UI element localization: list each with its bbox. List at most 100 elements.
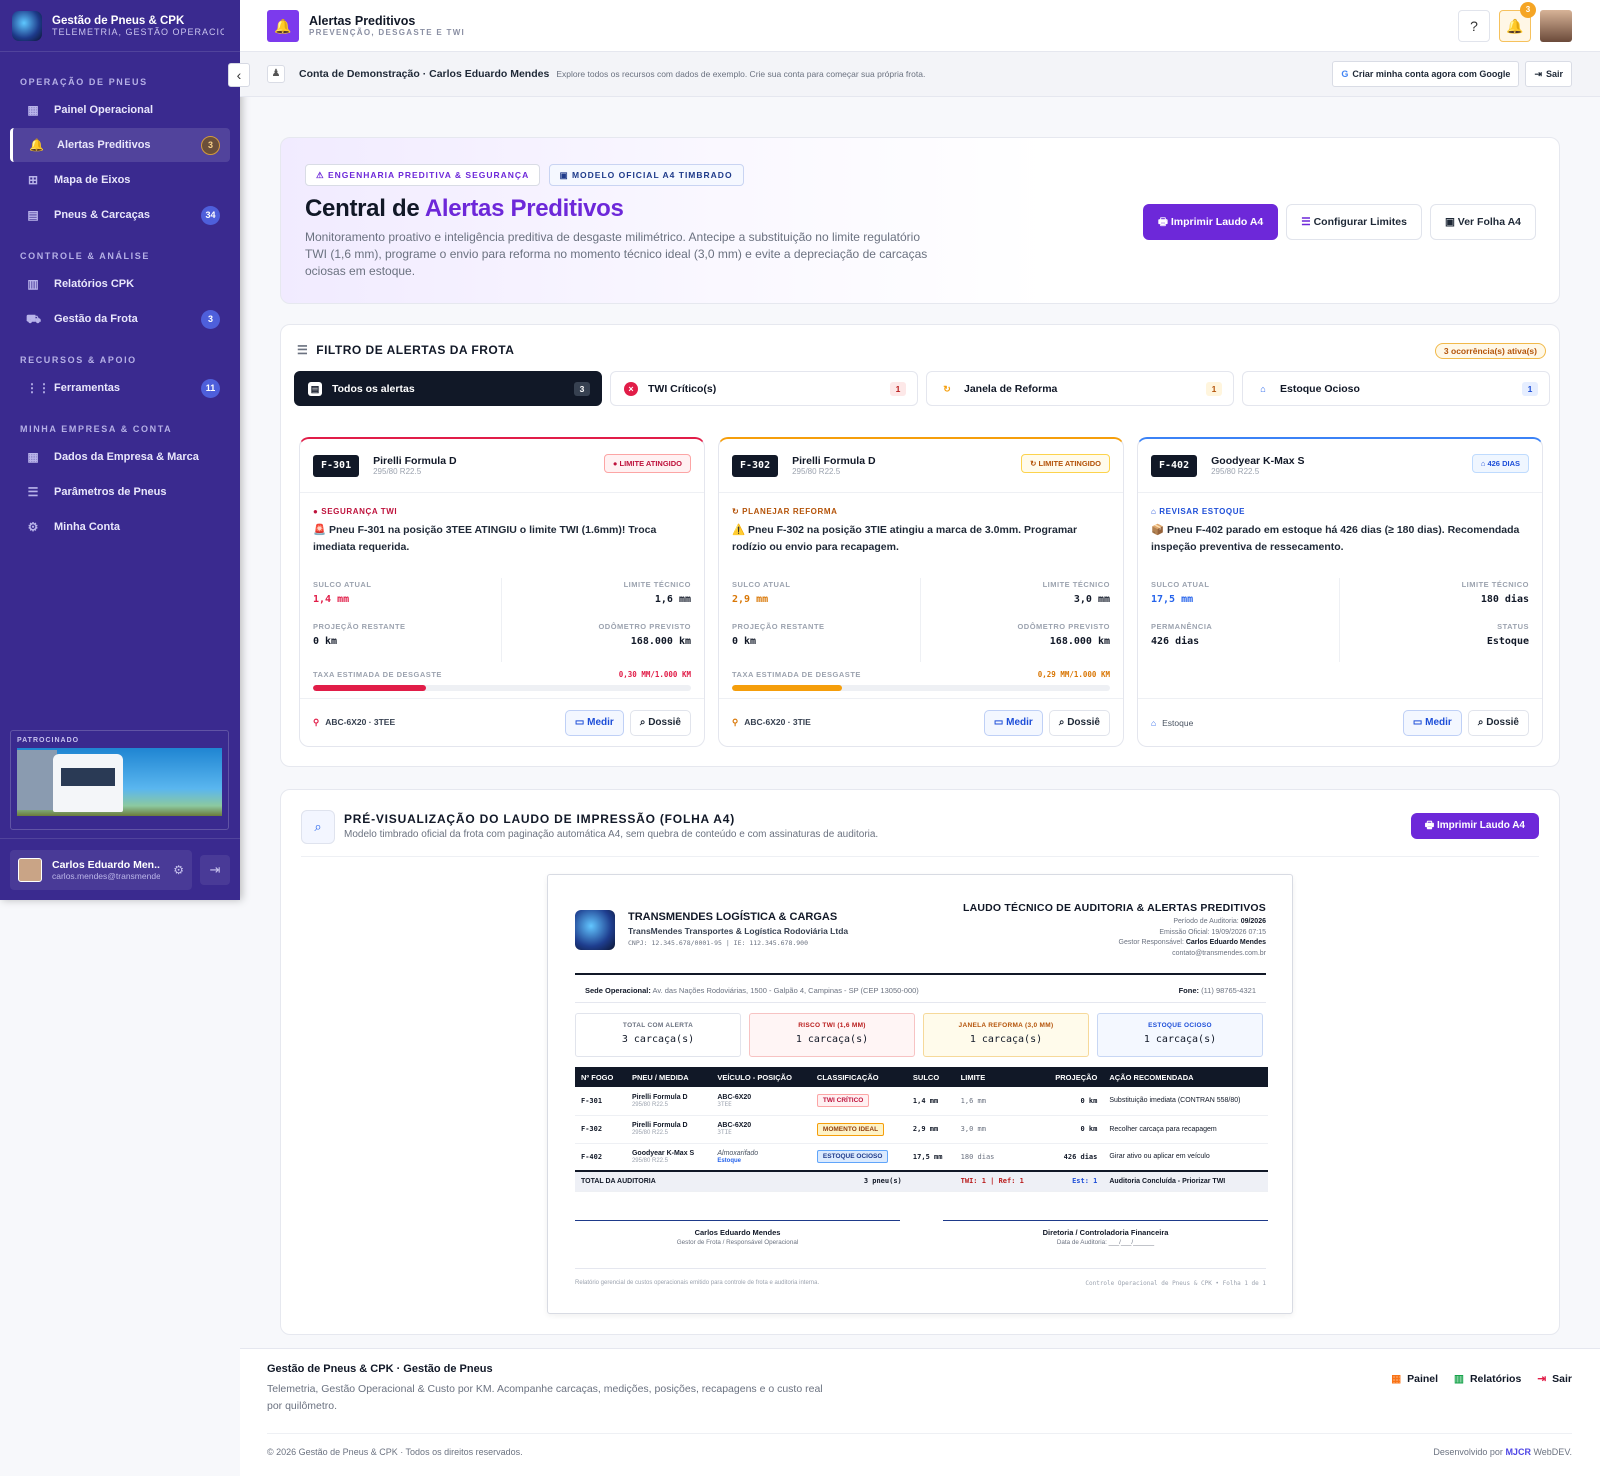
tab-todos[interactable]: ▤ Todos os alertas 3	[294, 371, 602, 406]
measure-button[interactable]: ▭ Medir	[564, 710, 624, 736]
sidebar-item-mapa-de-eixos[interactable]: ⊞ Mapa de Eixos	[10, 163, 230, 197]
sheet-footer-left: Relatório gerencial de custos operaciona…	[575, 1280, 820, 1286]
gear-icon[interactable]: ⚙	[173, 863, 184, 877]
print-report-button[interactable]: 🖶 Imprimir Laudo A4	[1143, 204, 1279, 240]
brand[interactable]: Gestão de Pneus & CPK TELEMETRIA, GESTÃO…	[0, 0, 240, 52]
sliders-icon: ☰	[27, 485, 39, 499]
tab-label: TWI Crítico(s)	[648, 382, 717, 395]
cell-projecao: 0 km	[1041, 1087, 1104, 1116]
chart-icon: ▥	[1454, 1373, 1464, 1385]
tab-count: 1	[890, 382, 906, 396]
stat-value: 1 carcaça(s)	[795, 1034, 869, 1045]
help-button[interactable]: ?	[1458, 10, 1490, 42]
table-row: F-402 Goodyear K-Max S 295/80 R22.5 Almox…	[575, 1143, 1268, 1172]
button-label: Imprimir Laudo A4	[1170, 216, 1264, 228]
status-badge: ↻ LIMITE ATINGIDO	[1021, 454, 1110, 473]
metric-label: PERMANÊNCIA	[1151, 622, 1213, 631]
view-a4-sheet-button[interactable]: ▣ Ver Folha A4	[1429, 204, 1536, 240]
metric-value: 168.000 km	[630, 636, 691, 647]
metric-value: 1,4 mm	[313, 594, 350, 605]
footer-link-label: Sair	[1552, 1373, 1572, 1385]
dossier-button[interactable]: ⌕ Dossiê	[629, 710, 691, 736]
report-title: LAUDO TÉCNICO DE AUDITORIA & ALERTAS PRE…	[962, 902, 1266, 914]
tab-janela-reforma[interactable]: ↻ Janela de Reforma 1	[926, 371, 1234, 406]
notifications-button[interactable]: 🔔 3	[1499, 2, 1536, 42]
sidebar-item-pneus-carcacas[interactable]: ▤ Pneus & Carcaças 34	[10, 198, 230, 232]
avatar[interactable]	[1540, 10, 1572, 42]
hero-description: Monitoramento proativo e inteligência pr…	[305, 230, 928, 278]
cell-posicao: Estoque	[717, 1157, 742, 1164]
printer-icon: 🖶	[1424, 820, 1438, 831]
column-header: SULCO	[906, 1067, 955, 1087]
measure-button[interactable]: ▭ Medir	[1402, 710, 1462, 736]
metric-label: SULCO ATUAL	[732, 580, 791, 589]
developer-credit[interactable]: Desenvolvido por MJCR WebDEV.	[1433, 1447, 1572, 1457]
ruler-icon: ▭	[1412, 717, 1426, 728]
search-icon: ⌕	[301, 810, 335, 844]
copyright: © 2026 Gestão de Pneus & CPK · Todos os …	[267, 1447, 523, 1457]
top-header: 🔔 Alertas Preditivos PREVENÇÃO, DESGASTE…	[240, 0, 1600, 52]
configure-limits-button[interactable]: ☰ Configurar Limites	[1286, 204, 1422, 240]
sidebar-item-label: Mapa de Eixos	[54, 174, 131, 186]
sidebar-item-dados-empresa[interactable]: ▦ Dados da Empresa & Marca	[10, 440, 230, 474]
dev-label: Desenvolvido por	[1433, 1447, 1503, 1457]
measure-button[interactable]: ▭ Medir	[983, 710, 1043, 736]
search-doc-icon: ⌕	[639, 717, 649, 728]
collapse-sidebar-button[interactable]: ‹	[228, 63, 250, 87]
logout-button[interactable]: ⇥ Sair	[1525, 61, 1572, 87]
tab-count: 1	[1206, 382, 1222, 396]
cell-acao: Recolher carcaça para recapagem	[1103, 1115, 1268, 1144]
brand-logo	[12, 10, 42, 41]
sidebar-item-parametros-pneus[interactable]: ☰ Parâmetros de Pneus	[10, 475, 230, 509]
tab-estoque-ocioso[interactable]: ⌂ Estoque Ocioso 1	[1242, 371, 1550, 406]
hero-card: ⚠ ENGENHARIA PREDITIVA & SEGURANÇA ▣ MOD…	[280, 137, 1560, 304]
sliders-icon: ☰	[1301, 216, 1314, 228]
company-registration: CNPJ: 12.345.678/0001-95 | IE: 112.345.6…	[628, 939, 809, 947]
pill-badge: ▣ MODELO OFICIAL A4 TIMBRADO	[548, 164, 744, 186]
logout-icon[interactable]: ⇥	[200, 854, 230, 885]
user-gear-icon: ⚙	[27, 520, 39, 534]
footer-link-sair[interactable]: ⇥ Sair	[1537, 1373, 1572, 1385]
dossier-button[interactable]: ⌕ Dossiê	[1048, 710, 1110, 736]
phone-label: Fone:	[1178, 986, 1199, 995]
vehicle-location: ⚲ ABC-6X20 · 3TIE	[732, 717, 811, 728]
footer-link-relatorios[interactable]: ▥ Relatórios	[1454, 1373, 1521, 1385]
user-name: Carlos Eduardo Men...	[52, 858, 160, 871]
google-signup-button[interactable]: G Criar minha conta agora com Google	[1332, 61, 1520, 87]
demo-title: Conta de Demonstração · Carlos Eduardo M…	[299, 68, 550, 80]
signature-block: Diretoria / Controladoria Financeira Data…	[943, 1220, 1268, 1246]
footer-link-label: Painel	[1407, 1373, 1439, 1385]
sidebar-item-painel-operacional[interactable]: ▦ Painel Operacional	[10, 93, 230, 127]
demo-account-bar: ♟ Conta de Demonstração · Carlos Eduardo…	[240, 52, 1600, 97]
metric-value: 3,0 mm	[1073, 594, 1110, 605]
logout-icon: ⇥	[1534, 69, 1542, 79]
refresh-icon: ↻	[732, 507, 743, 516]
sidebar-item-relatorios-cpk[interactable]: ▥ Relatórios CPK	[10, 267, 230, 301]
print-report-button[interactable]: 🖶 Imprimir Laudo A4	[1410, 813, 1539, 839]
button-label: Configurar Limites	[1313, 216, 1407, 228]
metric-value: 0 km	[313, 636, 338, 647]
alert-message: 🚨 Pneu F-301 na posição 3TEE ATINGIU o l…	[313, 524, 657, 553]
button-label: Dossiê	[1067, 717, 1100, 728]
company-legal-name: TransMendes Transportes & Logística Rodo…	[628, 926, 849, 936]
error-icon: ●	[612, 459, 620, 468]
footer-link-painel[interactable]: ▦ Painel	[1391, 1373, 1438, 1385]
manager-value: Carlos Eduardo Mendes	[1185, 939, 1266, 946]
sidebar-item-ferramentas[interactable]: ⋮⋮ Ferramentas 11	[10, 371, 230, 405]
sidebar-item-alertas-preditivos[interactable]: 🔔 Alertas Preditivos 3	[10, 128, 230, 162]
sidebar-item-minha-conta[interactable]: ⚙ Minha Conta	[10, 510, 230, 544]
sidebar-item-gestao-da-frota[interactable]: ⛟ Gestão da Frota 3	[10, 302, 230, 336]
sponsor-banner[interactable]: PATROCINADO	[10, 730, 229, 830]
sidebar-item-label: Ferramentas	[54, 382, 121, 394]
metric-value: 426 dias	[1151, 636, 1200, 647]
tire-id-badge: F-302	[732, 454, 779, 477]
sidebar-item-label: Alertas Preditivos	[57, 139, 151, 151]
print-preview-card: ⌕ PRÉ-VISUALIZAÇÃO DO LAUDO DE IMPRESSÃO…	[280, 789, 1560, 1335]
cell-limite: 1,6 mm	[954, 1087, 1042, 1116]
tab-twi-critico[interactable]: × TWI Crítico(s) 1	[610, 371, 918, 406]
dossier-button[interactable]: ⌕ Dossiê	[1467, 710, 1529, 736]
stat-value: 1 carcaça(s)	[1143, 1034, 1217, 1045]
user-card[interactable]: Carlos Eduardo Men... carlos.mendes@tran…	[10, 849, 192, 890]
vehicle-location-label: Estoque	[1162, 717, 1194, 728]
hero-title: Central de Alertas Preditivos	[305, 195, 945, 223]
